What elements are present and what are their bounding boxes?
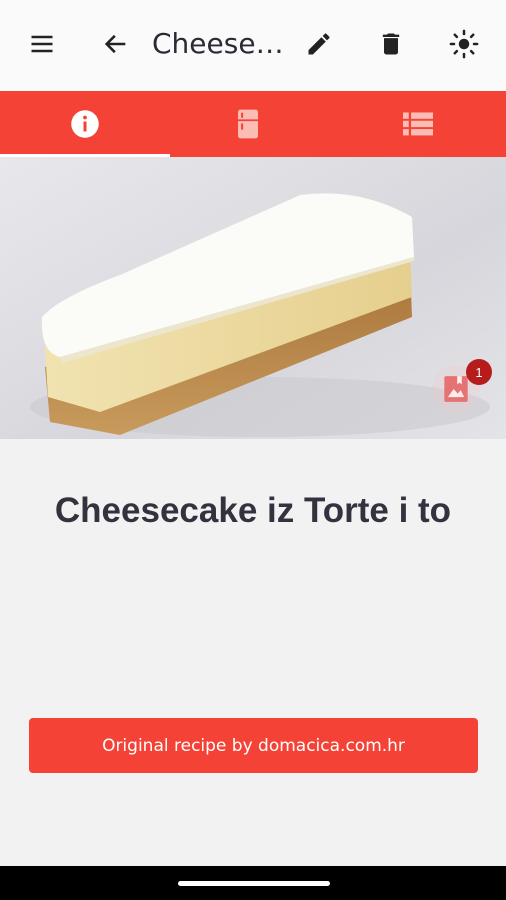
info-icon: [70, 110, 99, 138]
recipe-title: Cheesecake iz Torte i to: [54, 491, 452, 530]
theme-brightness-icon: [449, 29, 479, 59]
menu-button[interactable]: [20, 22, 64, 66]
photo-album-icon: [444, 376, 468, 402]
edit-pencil-icon: [308, 33, 330, 55]
page-title: Cheesecake iz Torte i to: [152, 27, 284, 60]
list-icon: [402, 112, 433, 136]
back-button[interactable]: [94, 22, 138, 66]
back-arrow-icon: [104, 34, 126, 54]
tab-steps[interactable]: [333, 91, 502, 157]
tab-bar: [0, 91, 506, 157]
system-navigation-bar: [0, 866, 506, 900]
home-gesture-handle[interactable]: [178, 881, 330, 886]
recipe-photo[interactable]: [0, 157, 506, 439]
delete-trash-icon: [382, 33, 400, 55]
theme-toggle-button[interactable]: [442, 22, 486, 66]
delete-button[interactable]: [369, 22, 413, 66]
fridge-icon: [237, 109, 258, 139]
tab-ingredients[interactable]: [163, 91, 332, 157]
cheesecake-image: [0, 157, 506, 439]
menu-icon: [31, 35, 53, 53]
edit-button[interactable]: [297, 22, 341, 66]
original-recipe-button[interactable]: Original recipe by domacica.com.hr: [29, 718, 478, 773]
gallery-count-badge: 1: [466, 359, 492, 385]
tab-info[interactable]: [0, 91, 169, 157]
app-bar: Cheesecake iz Torte i to: [0, 0, 506, 91]
